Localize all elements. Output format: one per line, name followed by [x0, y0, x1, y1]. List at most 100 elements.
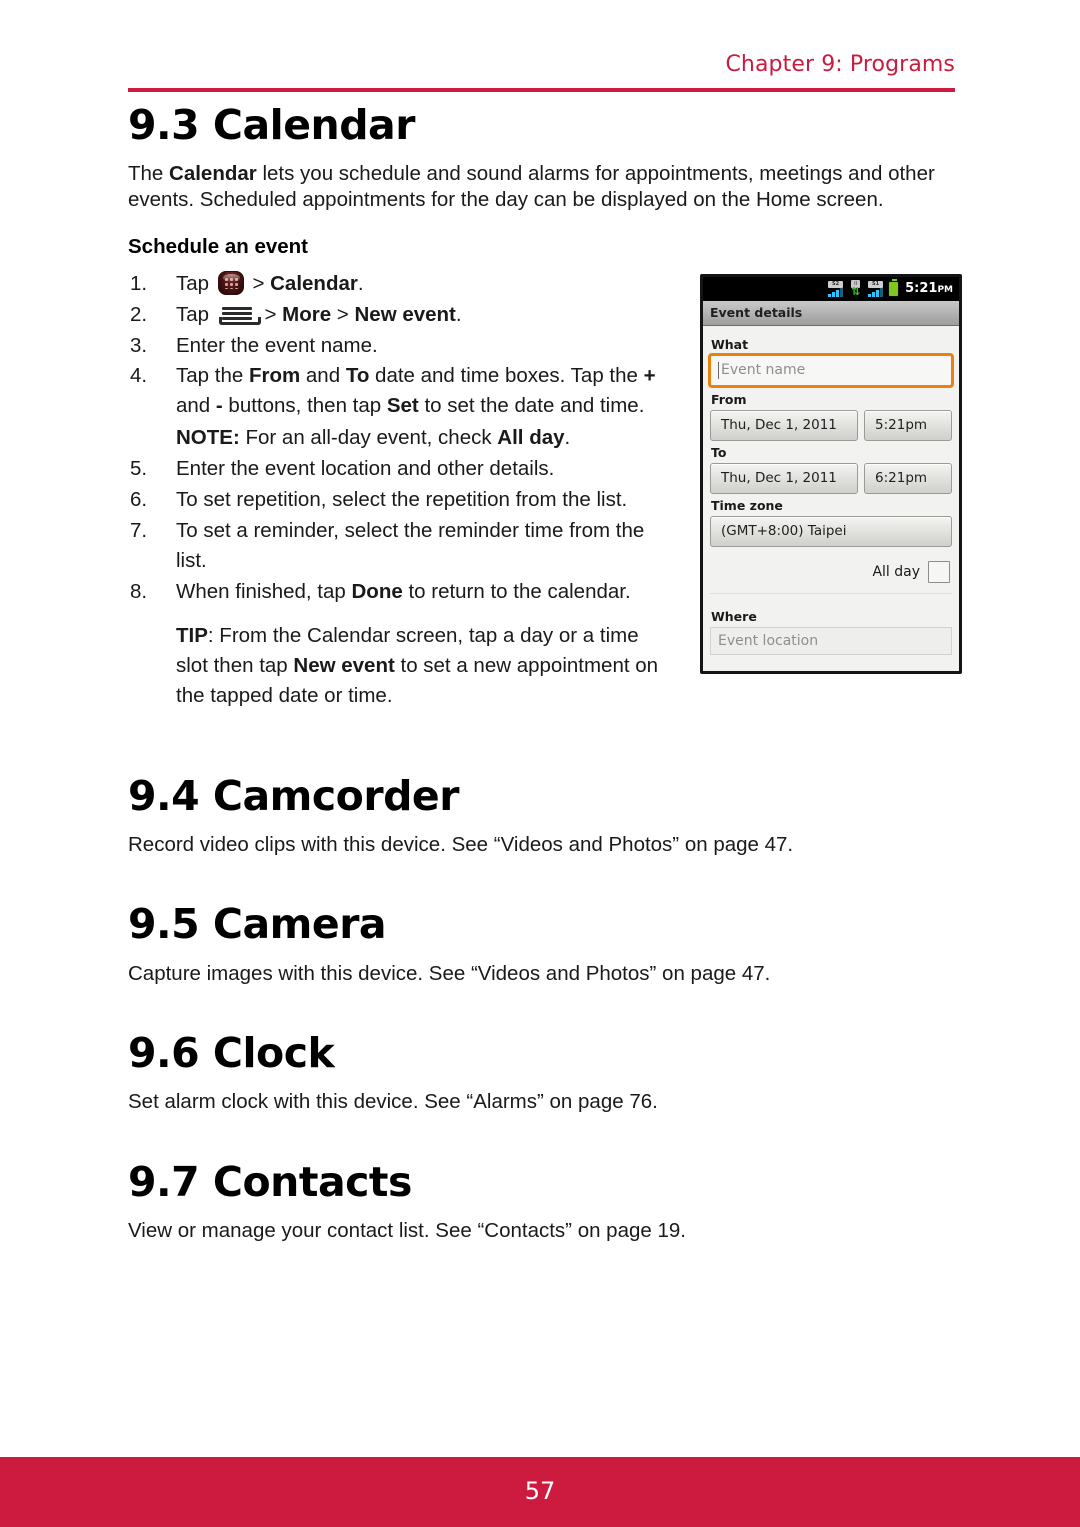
steps-and-screenshot-row: 1. Tap > Calendar. 2. Tap > More > New eve… — [128, 269, 962, 711]
step-8-text-1: When finished, tap — [176, 579, 352, 603]
step-2: 2. Tap > More > New event. — [128, 300, 673, 330]
step-4-text-3: date and time boxes. Tap the — [369, 364, 644, 388]
step-2-number: 2. — [130, 302, 148, 326]
page-header: Chapter 9: Programs — [128, 52, 955, 82]
step-3-number: 3. — [130, 333, 148, 357]
to-label: To — [711, 444, 727, 460]
schedule-event-step-list: 1. Tap > Calendar. 2. Tap > More > New eve… — [128, 269, 673, 711]
header-divider — [128, 88, 955, 92]
step-4-text-5: buttons, then tap — [222, 394, 387, 418]
battery-icon — [888, 278, 900, 297]
step-7: 7. To set a reminder, select the reminder… — [128, 516, 673, 576]
status-clock: 5:21PM — [905, 281, 953, 296]
step-1-text-1: Tap — [176, 271, 215, 295]
sim1-signal-icon: S1 — [867, 280, 884, 297]
page-number: 57 — [524, 1477, 556, 1505]
app-drawer-icon — [217, 270, 244, 295]
step-4-bold-set: Set — [386, 394, 419, 418]
timezone-label: Time zone — [711, 497, 783, 513]
step-4-number: 4. — [130, 364, 148, 388]
status-clock-time: 5:21 — [905, 281, 938, 297]
note-bold-all-day: All day — [497, 426, 565, 450]
sim2-signal-icon: S2 — [827, 280, 844, 297]
step-6-text: To set repetition, select the repetition… — [176, 488, 628, 512]
tip-block: TIP: From the Calendar screen, tap a day… — [176, 621, 673, 711]
chapter-label: Chapter 9: Programs — [725, 52, 955, 77]
all-day-row[interactable]: All day — [710, 560, 952, 583]
step-5-number: 5. — [130, 457, 148, 481]
document-content: 9.3 Calendar The Calendar lets you sched… — [128, 103, 962, 1244]
step-4-text-4: and — [176, 394, 216, 418]
to-time-button[interactable]: 6:21pm — [864, 462, 952, 494]
step-4-note: NOTE: For an all-day event, check All da… — [176, 423, 673, 453]
step-7-text: To set a reminder, select the reminder t… — [176, 519, 645, 572]
step-1-bold-calendar: Calendar — [270, 271, 358, 295]
step-8-text-2: to return to the calendar. — [402, 579, 631, 603]
from-row: Thu, Dec 1, 2011 5:21pm — [710, 409, 952, 441]
timezone-button[interactable]: (GMT+8:00) Taipei — [710, 515, 952, 547]
from-label: From — [711, 391, 747, 407]
contacts-title: 9.7 Contacts — [128, 1158, 412, 1207]
calendar-intro-paragraph: The Calendar lets you schedule and sound… — [128, 161, 958, 213]
event-name-input[interactable]: Event name — [708, 352, 954, 388]
event-details-form: What Event name From Thu, Dec 1, 2011 5:… — [703, 325, 959, 670]
to-row: Thu, Dec 1, 2011 6:21pm — [710, 462, 952, 494]
step-1-text-3: . — [357, 271, 364, 295]
event-details-screenshot: S2 II ⇅ S1 5:21PM Event details What Eve… — [700, 273, 962, 674]
step-8: 8. When finished, tap Done to return to t… — [128, 577, 673, 711]
step-1-number: 1. — [130, 271, 148, 295]
what-label: What — [711, 336, 749, 352]
clock-title: 9.6 Clock — [128, 1029, 335, 1078]
step-1-text-2: > — [246, 271, 271, 295]
event-location-placeholder: Event location — [718, 632, 819, 649]
sim2-bars — [828, 287, 844, 297]
step-6-number: 6. — [130, 488, 148, 512]
sim1-bars — [868, 287, 884, 297]
camcorder-section: 9.4 Camcorder Record video clips with th… — [128, 771, 958, 858]
schedule-event-subheading: Schedule an event — [128, 234, 309, 258]
step-4-bold-to: To — [345, 364, 370, 388]
camera-section: 9.5 Camera Capture images with this devi… — [128, 903, 958, 986]
intro-bold-calendar: Calendar — [169, 162, 257, 186]
intro-part-1: The — [128, 162, 170, 186]
data-transfer-icon: II ⇅ — [848, 280, 863, 297]
all-day-checkbox[interactable] — [928, 560, 950, 583]
contacts-section: 9.7 Contacts View or manage your contact… — [128, 1161, 958, 1244]
phone-title-text: Event details — [710, 305, 803, 321]
step-2-text-3: > — [331, 302, 355, 326]
from-date-button[interactable]: Thu, Dec 1, 2011 — [710, 409, 858, 441]
step-3-text: Enter the event name. — [176, 333, 378, 357]
step-6: 6. To set repetition, select the repetiti… — [128, 485, 673, 515]
camcorder-body: Record video clips with this device. See… — [128, 832, 794, 856]
tip-label: TIP — [176, 623, 208, 647]
step-7-number: 7. — [130, 519, 148, 543]
to-date-button[interactable]: Thu, Dec 1, 2011 — [710, 462, 858, 494]
form-divider — [710, 592, 952, 603]
phone-title-bar: Event details — [703, 300, 959, 326]
event-location-input[interactable]: Event location — [710, 626, 952, 655]
clock-body: Set alarm clock with this device. See “A… — [128, 1090, 658, 1114]
from-time-button[interactable]: 5:21pm — [864, 409, 952, 441]
note-label: NOTE: — [176, 426, 240, 450]
step-8-number: 8. — [130, 579, 148, 603]
footer-bar: 57 — [0, 1457, 1080, 1527]
camera-title: 9.5 Camera — [128, 900, 387, 949]
note-text-2: . — [564, 426, 571, 450]
clock-section: 9.6 Clock Set alarm clock with this devi… — [128, 1032, 958, 1115]
step-4-text-6: to set the date and time. — [418, 394, 645, 418]
step-4-bold-from: From — [248, 364, 301, 388]
phone-status-bar: S2 II ⇅ S1 5:21PM — [703, 276, 959, 301]
menu-icon — [218, 304, 261, 325]
step-2-bold-more: More — [282, 302, 332, 326]
step-1: 1. Tap > Calendar. — [128, 269, 673, 299]
step-8-bold-done: Done — [351, 579, 403, 603]
step-2-text-2: > — [258, 302, 283, 326]
step-3: 3. Enter the event name. — [128, 331, 673, 361]
sim1-label: S1 — [868, 280, 884, 288]
text-caret — [718, 361, 719, 379]
camcorder-title: 9.4 Camcorder — [128, 771, 459, 820]
step-5-text: Enter the event location and other detai… — [176, 457, 555, 481]
step-4-bold-minus: - — [215, 394, 223, 418]
event-name-placeholder: Event name — [721, 362, 806, 379]
note-text-1: For an all-day event, check — [239, 426, 498, 450]
